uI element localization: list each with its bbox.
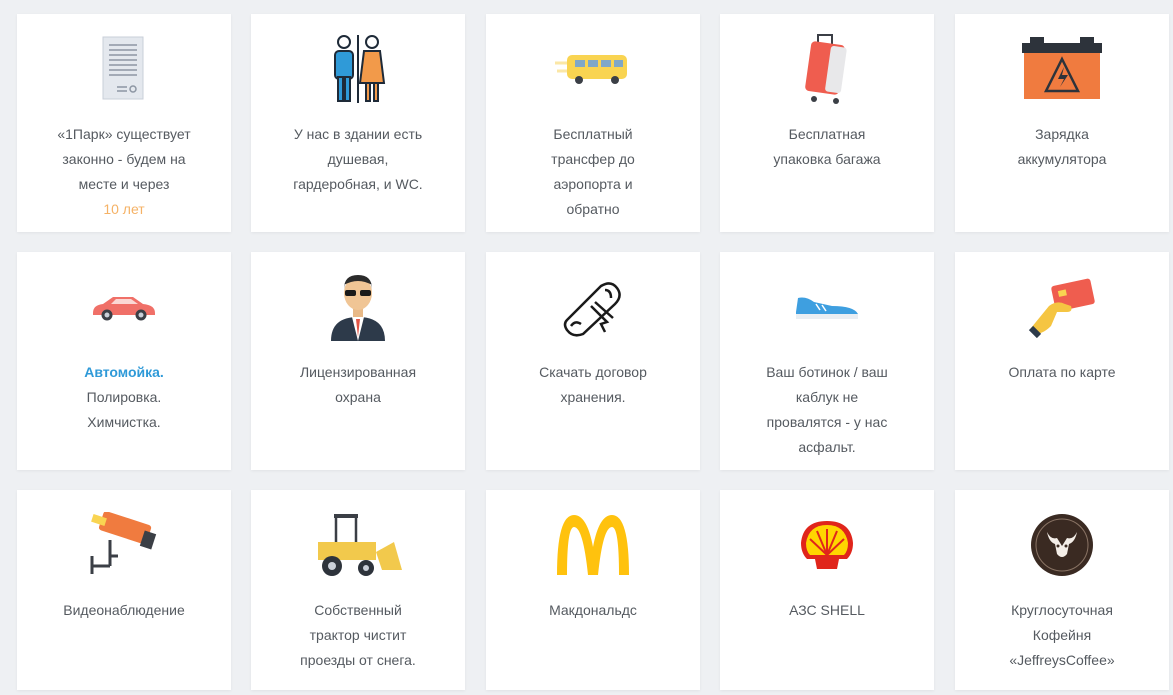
- feature-line: Зарядка: [1035, 126, 1089, 142]
- feature-card-asphalt: Ваш ботинок / ваш каблук не провалятся -…: [720, 252, 934, 470]
- feature-line: провалятся - у нас: [766, 414, 888, 430]
- feature-text: «1Парк» существует законно - будем на ме…: [35, 122, 213, 222]
- car-icon: [17, 272, 231, 342]
- feature-line: Химчистка.: [87, 414, 161, 430]
- feature-highlight: Автомойка.: [84, 364, 164, 380]
- feature-line: Скачать договор: [539, 364, 647, 380]
- cctv-camera-icon: [17, 510, 231, 580]
- feature-line: Бесплатный: [553, 126, 633, 142]
- feature-text: Зарядка аккумулятора: [973, 122, 1151, 172]
- luggage-icon: [720, 34, 934, 104]
- feature-card-carwash: Автомойка. Полировка. Химчистка.: [17, 252, 231, 470]
- feature-text: У нас в здании есть душевая, гардеробная…: [269, 122, 447, 197]
- feature-line: каблук не: [795, 389, 859, 405]
- security-guard-icon: [251, 272, 465, 342]
- feature-line: проезды от снега.: [300, 652, 416, 668]
- feature-text: Автомойка. Полировка. Химчистка.: [35, 360, 213, 435]
- feature-card-battery: Зарядка аккумулятора: [955, 14, 1169, 232]
- feature-line: обратно: [566, 201, 620, 217]
- feature-line: гардеробная, и WC.: [293, 176, 423, 192]
- feature-line: Круглосуточная: [1011, 602, 1113, 618]
- feature-text: Скачать договор хранения.: [504, 360, 682, 410]
- feature-card-mcdonalds: Макдональдс: [486, 490, 700, 690]
- feature-card-cctv: Видеонаблюдение: [17, 490, 231, 690]
- feature-line: Оплата по карте: [1008, 364, 1116, 380]
- feature-text: Видеонаблюдение: [35, 598, 213, 623]
- feature-line: У нас в здании есть: [293, 126, 423, 142]
- feature-card-card-payment: Оплата по карте: [955, 252, 1169, 470]
- battery-icon: [955, 34, 1169, 104]
- feature-line: Ваш ботинок / ваш: [766, 364, 888, 380]
- feature-text: Ваш ботинок / ваш каблук не провалятся -…: [738, 360, 916, 460]
- feature-text: Собственный трактор чистит проезды от сн…: [269, 598, 447, 673]
- feature-highlight: 10 лет: [103, 201, 145, 217]
- feature-line: «1Парк» существует: [57, 126, 191, 142]
- feature-line: упаковка багажа: [773, 151, 881, 167]
- feature-line: месте и через: [78, 176, 170, 192]
- feature-line: охрана: [335, 389, 381, 405]
- feature-line: хранения.: [560, 389, 626, 405]
- feature-card-legal: «1Парк» существует законно - будем на ме…: [17, 14, 231, 232]
- restroom-icon: [251, 34, 465, 104]
- sneaker-icon: [720, 272, 934, 342]
- features-grid: «1Парк» существует законно - будем на ме…: [0, 0, 1173, 695]
- feature-line: Макдональдс: [549, 602, 637, 618]
- feature-card-transfer: Бесплатный трансфер до аэропорта и обрат…: [486, 14, 700, 232]
- shell-logo-icon: [720, 510, 934, 580]
- feature-line: асфальт.: [798, 439, 856, 455]
- tractor-icon: [251, 510, 465, 580]
- shuttle-bus-icon: [486, 34, 700, 104]
- feature-line: Собственный: [314, 602, 402, 618]
- feature-card-tractor: Собственный трактор чистит проезды от сн…: [251, 490, 465, 690]
- feature-line: «JeffreysCoffee»: [1009, 652, 1115, 668]
- feature-card-coffee: Круглосуточная Кофейня «JeffreysCoffee»: [955, 490, 1169, 690]
- jeffreys-coffee-logo-icon: [955, 510, 1169, 580]
- feature-line: Лицензированная: [299, 364, 417, 380]
- feature-text: Бесплатный трансфер до аэропорта и обрат…: [504, 122, 682, 222]
- feature-text: Круглосуточная Кофейня «JeffreysCoffee»: [973, 598, 1151, 673]
- feature-line: АЗС SHELL: [789, 602, 865, 618]
- feature-line: законно - будем на: [62, 151, 186, 167]
- feature-card-security: Лицензированная охрана: [251, 252, 465, 470]
- mcdonalds-logo-icon: [486, 510, 700, 580]
- feature-line: Бесплатная: [788, 126, 866, 142]
- feature-card-shell: АЗС SHELL: [720, 490, 934, 690]
- feature-line: аккумулятора: [1017, 151, 1107, 167]
- feature-text: Бесплатная упаковка багажа: [738, 122, 916, 172]
- feature-line: аэропорта и: [553, 176, 633, 192]
- feature-card-luggage: Бесплатная упаковка багажа: [720, 14, 934, 232]
- feature-line: Кофейня: [1032, 627, 1092, 643]
- feature-line: трансфер до: [551, 151, 635, 167]
- scroll-document-icon: [486, 272, 700, 342]
- feature-line: душевая,: [327, 151, 389, 167]
- feature-line: Полировка.: [86, 389, 162, 405]
- card-payment-icon: [955, 272, 1169, 342]
- feature-text: Макдональдс: [504, 598, 682, 623]
- feature-text: АЗС SHELL: [738, 598, 916, 623]
- feature-line: трактор чистит: [309, 627, 407, 643]
- document-icon: [17, 34, 231, 104]
- feature-line: Видеонаблюдение: [63, 602, 185, 618]
- feature-text: Оплата по карте: [973, 360, 1151, 385]
- feature-text: Лицензированная охрана: [269, 360, 447, 410]
- feature-card-facilities: У нас в здании есть душевая, гардеробная…: [251, 14, 465, 232]
- feature-card-contract[interactable]: Скачать договор хранения.: [486, 252, 700, 470]
